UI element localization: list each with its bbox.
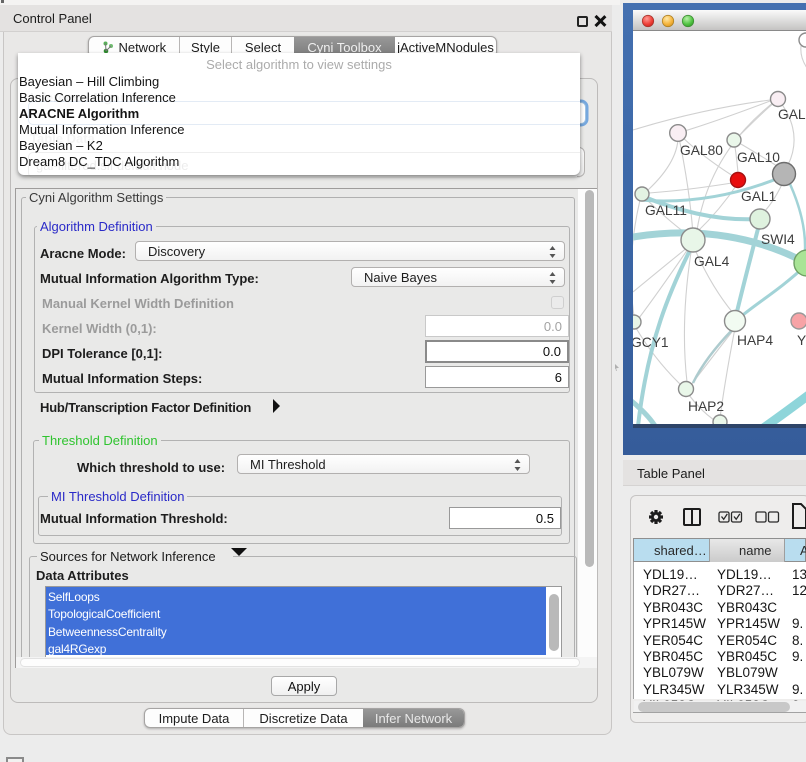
svg-text:Y: Y (797, 333, 806, 348)
svg-text:SWI4: SWI4 (761, 232, 795, 247)
svg-text:GAL4: GAL4 (694, 254, 730, 269)
svg-text:HAP2: HAP2 (688, 399, 724, 414)
svg-text:GAL7: GAL7 (778, 107, 806, 122)
svg-text:GAL10: GAL10 (737, 150, 780, 165)
svg-text:GAL11: GAL11 (645, 203, 687, 218)
svg-text:HAP4: HAP4 (737, 333, 773, 348)
svg-text:GAL1: GAL1 (741, 189, 776, 204)
svg-text:GCY1: GCY1 (633, 335, 669, 350)
svg-text:GAL80: GAL80 (680, 143, 723, 158)
